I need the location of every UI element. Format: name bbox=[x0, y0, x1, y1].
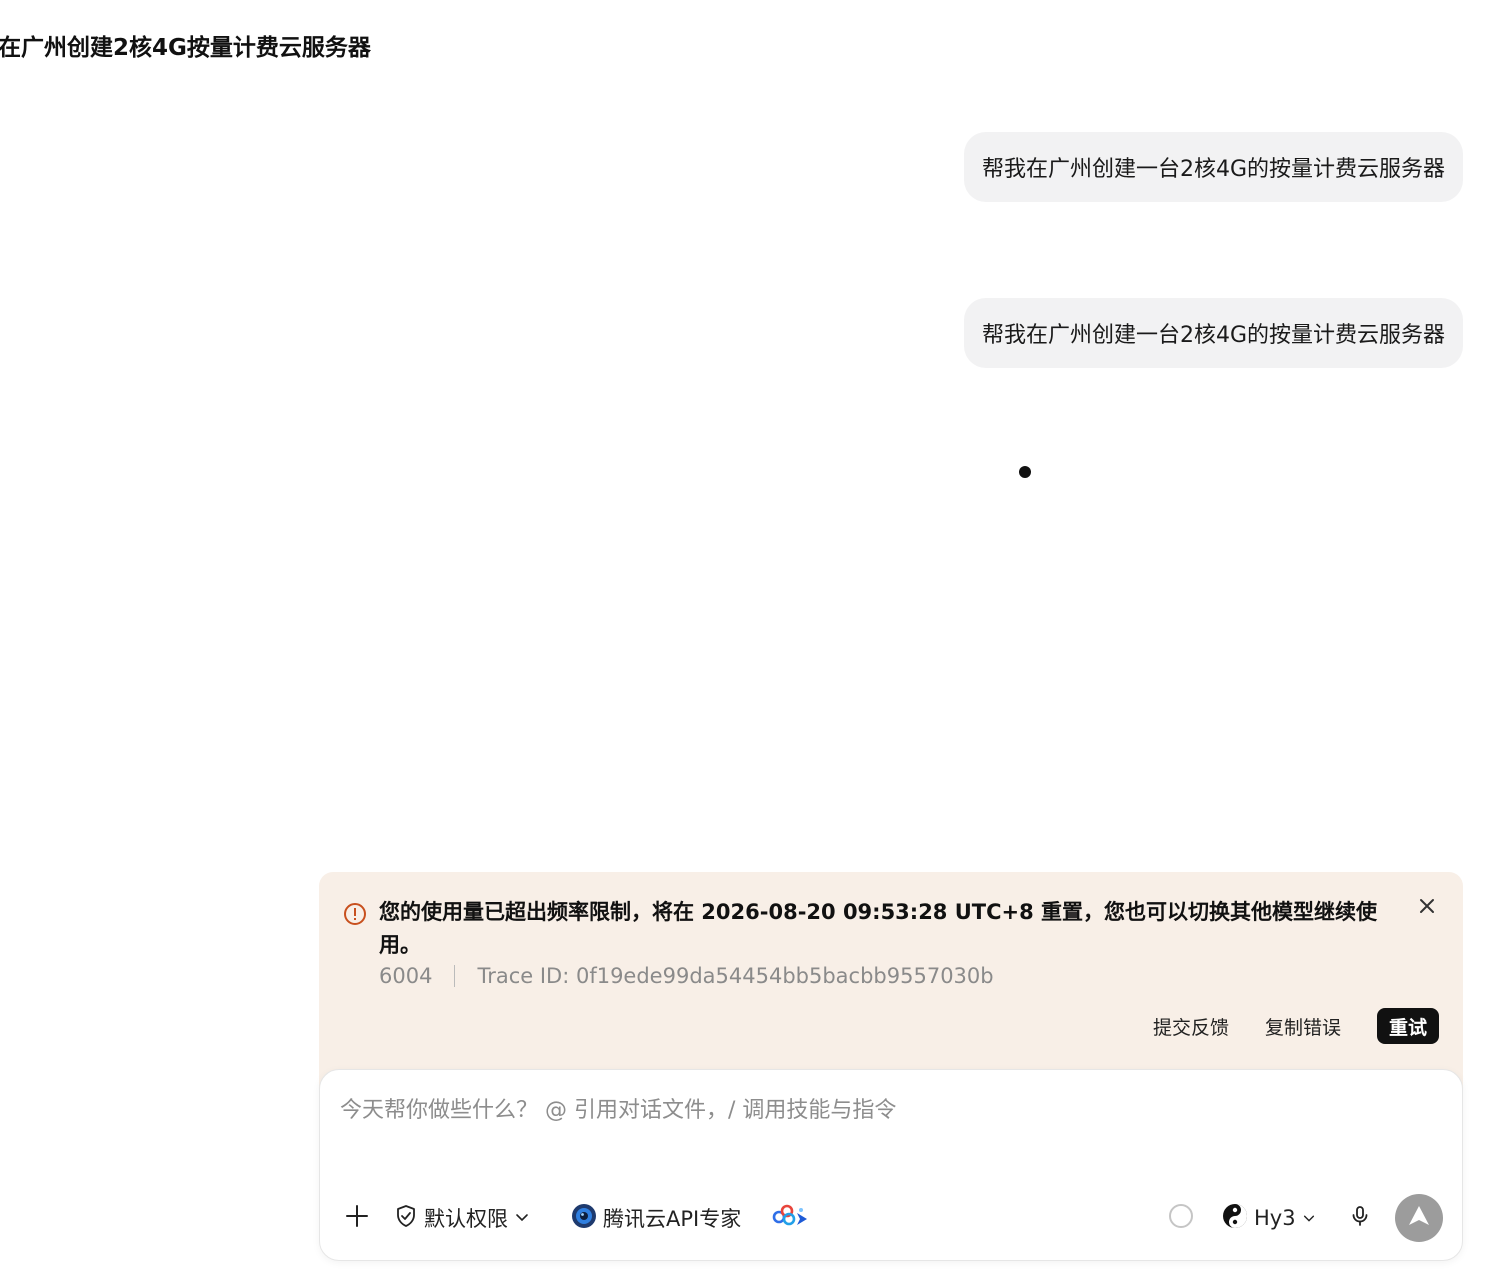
empty-circle-icon bbox=[1168, 1203, 1194, 1234]
user-message-bubble: 帮我在广州创建一台2核4G的按量计费云服务器 bbox=[963, 298, 1463, 368]
retry-button[interactable]: 重试 bbox=[1376, 1008, 1439, 1044]
permission-dropdown[interactable]: 默认权限 bbox=[394, 1194, 530, 1242]
integration-button[interactable] bbox=[770, 1194, 814, 1242]
tencent-cloud-expert-icon bbox=[571, 1203, 597, 1234]
alert-circle-icon bbox=[343, 902, 367, 926]
error-meta: 6004 Trace ID: 0f19ede99da54454bb5bacbb9… bbox=[379, 964, 994, 988]
chat-page: 在广州创建2核4G按量计费云服务器 帮我在广州创建一台2核4G的按量计费云服务器… bbox=[0, 0, 1510, 1270]
user-message-text: 帮我在广州创建一台2核4G的按量计费云服务器 bbox=[981, 323, 1445, 348]
divider bbox=[454, 965, 456, 987]
error-message: 您的使用量已超出频率限制，将在 2026-08-20 09:53:28 UTC+… bbox=[379, 900, 1378, 957]
close-icon[interactable] bbox=[1415, 894, 1439, 918]
chevron-down-icon bbox=[514, 1206, 530, 1230]
user-message-bubble: 帮我在广州创建一台2核4G的按量计费云服务器 bbox=[963, 132, 1463, 202]
plus-icon bbox=[344, 1203, 370, 1234]
composer: 默认权限 腾讯云API专家 bbox=[319, 1069, 1463, 1261]
composer-toolbar: 默认权限 腾讯云API专家 Hy3 bbox=[320, 1194, 1462, 1242]
send-button[interactable] bbox=[1395, 1194, 1443, 1242]
agent-selector[interactable]: 腾讯云API专家 bbox=[571, 1194, 741, 1242]
model-label: Hy3 bbox=[1254, 1206, 1296, 1230]
trace-id: Trace ID: 0f19ede99da54454bb5bacbb955703… bbox=[477, 964, 994, 988]
permission-label: 默认权限 bbox=[424, 1207, 508, 1231]
submit-feedback-button[interactable]: 提交反馈 bbox=[1153, 1013, 1229, 1040]
chat-title: 在广州创建2核4G按量计费云服务器 bbox=[0, 35, 371, 61]
voice-input-button[interactable] bbox=[1348, 1194, 1372, 1242]
agent-label: 腾讯云API专家 bbox=[603, 1207, 742, 1231]
microphone-icon bbox=[1348, 1204, 1372, 1233]
hunyuan-logo-icon bbox=[1222, 1203, 1248, 1234]
message-input[interactable] bbox=[340, 1092, 1440, 1182]
copy-error-button[interactable]: 复制错误 bbox=[1265, 1013, 1341, 1040]
status-toggle[interactable] bbox=[1168, 1194, 1194, 1242]
chevron-down-icon bbox=[1302, 1206, 1316, 1230]
loading-indicator bbox=[1019, 466, 1031, 478]
error-code: 6004 bbox=[379, 964, 433, 988]
add-attachment-button[interactable] bbox=[344, 1194, 370, 1242]
error-banner: 您的使用量已超出频率限制，将在 2026-08-20 09:53:28 UTC+… bbox=[319, 872, 1463, 1102]
error-actions: 提交反馈 复制错误 重试 bbox=[1153, 1008, 1439, 1044]
send-arrow-icon bbox=[1406, 1203, 1432, 1233]
model-selector[interactable]: Hy3 bbox=[1222, 1194, 1316, 1242]
integration-icon bbox=[770, 1203, 814, 1234]
shield-check-icon bbox=[394, 1204, 418, 1233]
user-message-text: 帮我在广州创建一台2核4G的按量计费云服务器 bbox=[981, 157, 1445, 182]
